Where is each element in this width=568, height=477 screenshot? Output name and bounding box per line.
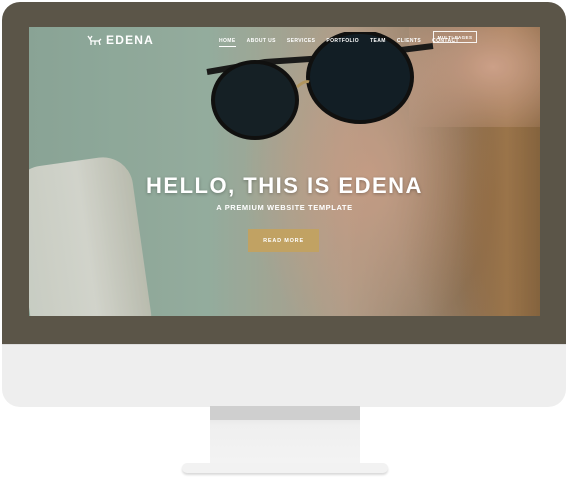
nav-item-clients[interactable]: CLIENTS bbox=[397, 38, 421, 44]
site-logo[interactable]: EDENA bbox=[87, 33, 154, 47]
nav-item-services[interactable]: SERVICES bbox=[287, 38, 315, 44]
hero-subtitle: A PREMIUM WEBSITE TEMPLATE bbox=[216, 203, 353, 212]
hero-title: HELLO, THIS IS EDENA bbox=[146, 173, 423, 198]
website-screen: EDENA HOME ABOUT US SERVICES PORTFOLIO T… bbox=[29, 27, 540, 316]
monitor-stand-joint bbox=[210, 406, 360, 420]
monitor-chin bbox=[2, 344, 566, 407]
deer-icon bbox=[87, 35, 102, 45]
multi-pages-button[interactable]: MULTI-PAGES bbox=[433, 31, 477, 43]
nav-item-home[interactable]: HOME bbox=[219, 38, 236, 47]
nav-item-team[interactable]: TEAM bbox=[370, 38, 386, 44]
hero-overlay bbox=[29, 27, 540, 316]
monitor-stand-base bbox=[182, 463, 388, 473]
main-nav: HOME ABOUT US SERVICES PORTFOLIO TEAM CL… bbox=[219, 35, 459, 47]
nav-item-about-us[interactable]: ABOUT US bbox=[247, 38, 276, 44]
site-logo-text: EDENA bbox=[106, 33, 155, 47]
nav-item-portfolio[interactable]: PORTFOLIO bbox=[326, 38, 359, 44]
read-more-button[interactable]: READ MORE bbox=[248, 229, 319, 252]
